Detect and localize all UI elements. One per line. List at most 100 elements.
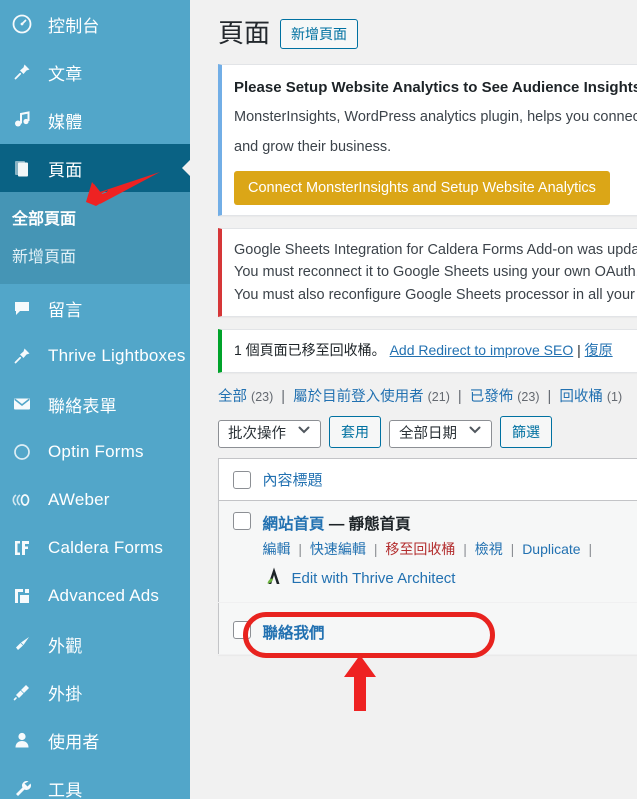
row-title-cell: 網站首頁 — 靜態首頁 編輯 | 快速編輯 | 移至回收桶 | 檢視 | Dup…: [262, 500, 637, 604]
edit-with-thrive-architect-link[interactable]: Edit with Thrive Architect: [292, 570, 456, 587]
caldera-google-sheets-notice: Google Sheets Integration for Caldera Fo…: [218, 227, 637, 318]
sidebar-item-label: Optin Forms: [48, 442, 144, 461]
trash-notice-separator: |: [577, 342, 581, 359]
row-action-separator: |: [463, 541, 467, 558]
aweber-icon: [12, 488, 42, 512]
row-action-separator: |: [298, 541, 303, 558]
row-action-duplicate[interactable]: Duplicate: [522, 541, 580, 557]
sidebar-item-label: 文章: [48, 64, 83, 84]
sidebar-item-label: 留言: [48, 300, 83, 320]
monsterinsights-notice-body-line2: and grow their business.: [234, 139, 392, 156]
sidebar-item-label: 媒體: [48, 112, 83, 132]
trash-success-notice: 1 個頁面已移至回收桶。 Add Redirect to improve SEO…: [218, 329, 637, 374]
filter-link-all[interactable]: 全部: [218, 389, 247, 405]
sidebar-item-pages[interactable]: 頁面: [0, 144, 190, 192]
row-action-view[interactable]: 檢視: [475, 541, 503, 557]
sidebar-item-caldera-forms[interactable]: Caldera Forms: [0, 524, 190, 572]
sidebar-item-label: 聯絡表單: [48, 396, 117, 416]
user-icon: [12, 728, 42, 752]
add-new-page-button[interactable]: 新增頁面: [280, 19, 359, 49]
submenu-item-all-pages[interactable]: 全部頁面: [0, 198, 190, 236]
row-select-cell: [218, 602, 263, 656]
wrench-icon: [12, 776, 42, 799]
connect-monsterinsights-button[interactable]: Connect MonsterInsights and Setup Websit…: [234, 170, 610, 205]
sidebar-item-optin-forms[interactable]: Optin Forms: [0, 428, 190, 476]
select-all-checkbox[interactable]: [233, 470, 251, 489]
page-header: 頁面 新增頁面: [218, 10, 637, 58]
column-header-title[interactable]: 內容標題: [262, 458, 637, 502]
page-title-link[interactable]: 網站首頁: [263, 516, 325, 533]
table-navigation-top: 批次操作 套用 全部日期 篩選: [218, 416, 637, 449]
sidebar-item-comments[interactable]: 留言: [0, 284, 190, 332]
monsterinsights-notice-heading: Please Setup Website Analytics to See Au…: [234, 79, 637, 96]
comment-icon: [12, 296, 42, 320]
pin-icon: [12, 60, 42, 84]
row-action-edit[interactable]: 編輯: [263, 541, 291, 557]
row-checkbox[interactable]: [233, 512, 251, 531]
circle-icon: [12, 440, 42, 464]
caldera-notice-line2: You must reconnect it to Google Sheets u…: [234, 264, 637, 281]
monsterinsights-notice-body-line1: MonsterInsights, WordPress analytics plu…: [234, 109, 637, 125]
admin-sidebar: 控制台 文章 媒體 頁面 全部頁面 新增頁面 留言 Thrive Lightbo…: [0, 0, 190, 799]
filter-button[interactable]: 篩選: [500, 416, 552, 449]
row-action-trash[interactable]: 移至回收桶: [385, 541, 455, 557]
row-title: 聯絡我們: [263, 621, 637, 643]
filter-count-published: (23): [517, 390, 540, 405]
page-title: 頁面: [218, 18, 271, 49]
sidebar-item-advanced-ads[interactable]: Advanced Ads: [0, 572, 190, 620]
filter-separator: |: [547, 389, 552, 406]
undo-link[interactable]: 復原: [585, 342, 613, 358]
sidebar-item-tools[interactable]: 工具: [0, 764, 190, 799]
sidebar-item-contact-form[interactable]: 聯絡表單: [0, 380, 190, 428]
filter-link-mine[interactable]: 屬於目前登入使用者: [293, 389, 424, 405]
row-checkbox[interactable]: [233, 621, 251, 640]
sidebar-item-plugins[interactable]: 外掛: [0, 668, 190, 716]
sidebar-item-posts[interactable]: 文章: [0, 48, 190, 96]
sidebar-item-label: 頁面: [48, 160, 83, 180]
trash-notice-text: 1 個頁面已移至回收桶。: [234, 342, 386, 359]
select-all-header: [218, 458, 263, 502]
row-action-separator: |: [510, 541, 515, 558]
envelope-icon: [12, 392, 42, 416]
admin-main-content: 頁面 新增頁面 Please Setup Website Analytics t…: [190, 0, 637, 799]
filter-link-trash[interactable]: 回收桶: [559, 389, 603, 405]
status-filter-links: 全部 (23) | 屬於目前登入使用者 (21) | 已發佈 (23) | 回收…: [218, 385, 637, 406]
caldera-icon: [12, 536, 42, 560]
wordpress-admin-screen: 控制台 文章 媒體 頁面 全部頁面 新增頁面 留言 Thrive Lightbo…: [0, 0, 637, 799]
sidebar-item-label: 控制台: [48, 16, 100, 36]
sidebar-item-thrive-lightboxes[interactable]: Thrive Lightboxes: [0, 332, 190, 380]
date-filter-select[interactable]: 全部日期: [389, 419, 492, 448]
sidebar-item-media[interactable]: 媒體: [0, 96, 190, 144]
sidebar-item-users[interactable]: 使用者: [0, 716, 190, 764]
sidebar-item-label: Thrive Lightboxes: [48, 346, 186, 365]
caldera-notice-line3: You must also reconfigure Google Sheets …: [234, 286, 637, 303]
sidebar-item-label: 外掛: [48, 684, 83, 704]
filter-count-trash: (1): [606, 390, 623, 405]
caldera-notice-line1: Google Sheets Integration for Caldera Fo…: [234, 241, 637, 258]
sidebar-item-label: 工具: [48, 780, 83, 799]
filter-count-all: (23): [251, 390, 274, 405]
sidebar-item-aweber[interactable]: AWeber: [0, 476, 190, 524]
pages-list-table: 內容標題 網站首頁 — 靜態首頁 編輯 | 快速編輯 | 移至回收桶 | 檢視 …: [218, 458, 637, 656]
table-head: 內容標題: [218, 458, 637, 502]
apply-button[interactable]: 套用: [329, 416, 381, 449]
thrive-architect-icon: [263, 566, 285, 591]
table-header-row: 內容標題: [218, 458, 637, 502]
sidebar-item-label: AWeber: [48, 490, 110, 509]
filter-link-published[interactable]: 已發佈: [470, 389, 514, 405]
add-redirect-seo-link[interactable]: Add Redirect to improve SEO: [390, 342, 574, 358]
filter-count-mine: (21): [427, 390, 450, 405]
pin-icon: [12, 344, 42, 368]
row-action-quick-edit[interactable]: 快速編輯: [310, 541, 366, 557]
page-title-link[interactable]: 聯絡我們: [263, 625, 325, 642]
plugin-icon: [12, 680, 42, 704]
sidebar-item-dashboard[interactable]: 控制台: [0, 0, 190, 48]
thrive-architect-row: Edit with Thrive Architect: [263, 566, 637, 591]
table-body: 網站首頁 — 靜態首頁 編輯 | 快速編輯 | 移至回收桶 | 檢視 | Dup…: [218, 500, 637, 656]
bulk-actions-select[interactable]: 批次操作: [218, 419, 321, 448]
row-action-separator: |: [373, 541, 378, 558]
sidebar-item-appearance[interactable]: 外觀: [0, 620, 190, 668]
table-row: 網站首頁 — 靜態首頁 編輯 | 快速編輯 | 移至回收桶 | 檢視 | Dup…: [218, 500, 637, 604]
submenu-item-add-new-page[interactable]: 新增頁面: [0, 236, 190, 274]
sidebar-item-label: Advanced Ads: [48, 586, 160, 605]
